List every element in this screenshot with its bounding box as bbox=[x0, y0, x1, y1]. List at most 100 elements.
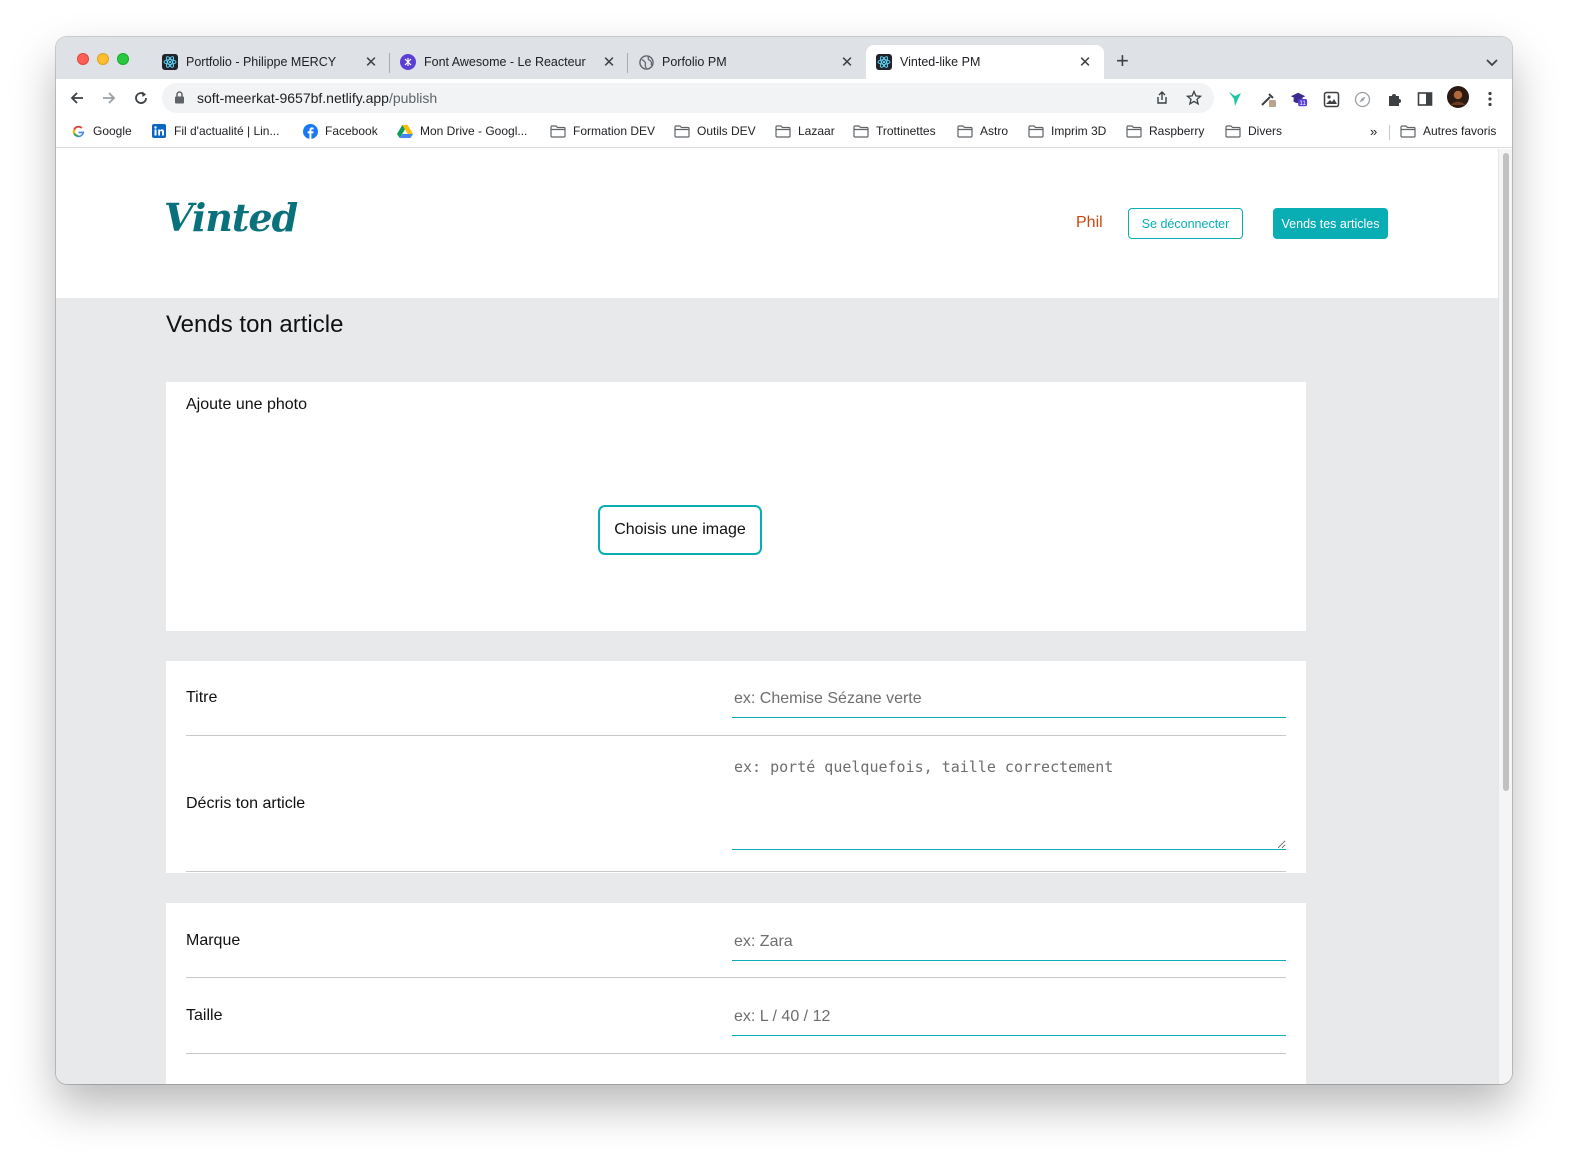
bookmark-folder-raspberry[interactable]: Raspberry bbox=[1126, 124, 1204, 138]
react-favicon-icon bbox=[876, 54, 892, 70]
bookmark-label: Trottinettes bbox=[876, 124, 936, 138]
side-panel-icon[interactable] bbox=[1416, 90, 1434, 108]
size-input[interactable] bbox=[732, 998, 1286, 1036]
tab-close-icon[interactable]: ✕ bbox=[600, 53, 618, 71]
bookmark-label: Raspberry bbox=[1149, 124, 1205, 138]
logout-button[interactable]: Se déconnecter bbox=[1128, 208, 1243, 239]
folder-icon bbox=[1225, 124, 1241, 138]
bookmark-google[interactable]: Google bbox=[70, 124, 132, 138]
brand-label: Marque bbox=[186, 932, 241, 949]
bookmark-label: Facebook bbox=[325, 124, 378, 138]
url-text: soft-meerkat-9657bf.netlify.app/publish bbox=[197, 90, 437, 106]
scrollbar-thumb[interactable] bbox=[1503, 153, 1509, 791]
tab-search-chevron-icon[interactable] bbox=[1486, 54, 1498, 72]
folder-icon bbox=[1400, 124, 1416, 138]
bookmark-label: Fil d'actualité | Lin... bbox=[174, 124, 280, 138]
bookmarks-bar: Google Fil d'actualité | Lin... Facebook… bbox=[56, 117, 1512, 148]
lock-icon[interactable] bbox=[174, 91, 185, 109]
tab-strip: Portfolio - Philippe MERCY ✕ Font Awesom… bbox=[56, 37, 1512, 79]
new-tab-button[interactable]: + bbox=[1116, 50, 1129, 72]
choose-image-button[interactable]: Choisis une image bbox=[598, 505, 762, 555]
bookmark-folder-formation-dev[interactable]: Formation DEV bbox=[550, 124, 655, 138]
vinted-logo[interactable]: Vinted bbox=[164, 195, 298, 240]
tab-label: Portfolio - Philippe MERCY bbox=[186, 55, 337, 69]
tab-portfolio[interactable]: Portfolio - Philippe MERCY ✕ bbox=[152, 45, 390, 79]
browser-window: Portfolio - Philippe MERCY ✕ Font Awesom… bbox=[56, 37, 1512, 1084]
share-icon[interactable] bbox=[1154, 90, 1170, 106]
folder-icon bbox=[1126, 124, 1142, 138]
tab-close-icon[interactable]: ✕ bbox=[1076, 53, 1094, 71]
tab-close-icon[interactable]: ✕ bbox=[362, 53, 380, 71]
size-label: Taille bbox=[186, 1007, 223, 1024]
site-header: Vinted Phil Se déconnecter Vends tes art… bbox=[56, 149, 1498, 298]
profile-avatar[interactable] bbox=[1447, 86, 1469, 108]
bookmark-folder-astro[interactable]: Astro bbox=[957, 124, 1008, 138]
facebook-icon bbox=[302, 123, 318, 139]
bookmark-other-favorites[interactable]: Autres favoris bbox=[1400, 124, 1496, 138]
folder-icon bbox=[957, 124, 973, 138]
extension-image-icon[interactable] bbox=[1322, 90, 1340, 108]
tab-vinted-like[interactable]: Vinted-like PM ✕ bbox=[866, 45, 1104, 79]
address-bar[interactable]: soft-meerkat-9657bf.netlify.app/publish bbox=[162, 83, 1214, 113]
bookmark-label: Mon Drive - Googl... bbox=[420, 124, 528, 138]
bookmark-linkedin[interactable]: Fil d'actualité | Lin... bbox=[151, 124, 279, 138]
description-row: Décris ton article bbox=[186, 736, 1286, 872]
bookmarks-divider bbox=[1389, 125, 1390, 140]
bookmark-folder-trottinettes[interactable]: Trottinettes bbox=[853, 124, 936, 138]
minimize-window-button[interactable] bbox=[97, 53, 109, 65]
brand-row: Marque bbox=[186, 903, 1286, 978]
tab-porfolio-pm[interactable]: Porfolio PM ✕ bbox=[628, 45, 866, 79]
extension-compass-icon[interactable] bbox=[1353, 90, 1371, 108]
extension-graduation-icon[interactable]: 11 bbox=[1290, 90, 1308, 108]
bookmark-facebook[interactable]: Facebook bbox=[302, 123, 378, 139]
url-path: /publish bbox=[388, 90, 438, 106]
bookmark-drive[interactable]: Mon Drive - Googl... bbox=[397, 124, 527, 138]
bookmark-label: Autres favoris bbox=[1423, 124, 1497, 138]
page-title: Vends ton article bbox=[166, 311, 344, 338]
brand-input[interactable] bbox=[732, 923, 1286, 961]
folder-icon bbox=[550, 124, 566, 138]
forward-arrow-icon[interactable] bbox=[99, 88, 119, 108]
bookmark-folder-lazaar[interactable]: Lazaar bbox=[775, 124, 835, 138]
extension-badge: 11 bbox=[1299, 100, 1306, 107]
tab-font-awesome[interactable]: Font Awesome - Le Reacteur ✕ bbox=[390, 45, 628, 79]
photo-label: Ajoute une photo bbox=[186, 396, 307, 413]
maximize-window-button[interactable] bbox=[117, 53, 129, 65]
bookmark-label: Lazaar bbox=[798, 124, 835, 138]
linkedin-icon bbox=[151, 124, 167, 138]
reload-icon[interactable] bbox=[131, 88, 151, 108]
close-window-button[interactable] bbox=[77, 53, 89, 65]
url-host: soft-meerkat-9657bf.netlify.app bbox=[197, 90, 389, 106]
browser-menu-icon[interactable] bbox=[1481, 90, 1499, 108]
tab-label: Porfolio PM bbox=[662, 55, 727, 69]
back-arrow-icon[interactable] bbox=[67, 88, 87, 108]
bookmark-star-icon[interactable] bbox=[1185, 89, 1203, 106]
google-icon bbox=[70, 124, 86, 138]
sell-items-button[interactable]: Vends tes articles bbox=[1273, 208, 1388, 239]
le-reacteur-favicon-icon bbox=[400, 54, 416, 70]
bookmark-folder-divers[interactable]: Divers bbox=[1225, 124, 1282, 138]
title-input[interactable] bbox=[732, 681, 1286, 718]
overflow-chevron-icon: » bbox=[1370, 124, 1378, 139]
username: Phil bbox=[1076, 214, 1103, 231]
tab-close-icon[interactable]: ✕ bbox=[838, 53, 856, 71]
extension-eyedropper-icon[interactable] bbox=[1259, 90, 1277, 108]
folder-icon bbox=[853, 124, 869, 138]
page-viewport: Vinted Phil Se déconnecter Vends tes art… bbox=[56, 149, 1512, 1084]
react-favicon-icon bbox=[162, 54, 178, 70]
bookmarks-overflow-button[interactable]: » bbox=[1370, 124, 1377, 139]
attributes-card: Marque Taille bbox=[166, 903, 1306, 1084]
page-scrollbar[interactable] bbox=[1498, 149, 1512, 1084]
bookmark-label: Astro bbox=[980, 124, 1009, 138]
bookmark-label: Divers bbox=[1248, 124, 1283, 138]
extensions-puzzle-icon[interactable] bbox=[1385, 90, 1403, 108]
bookmark-label: Formation DEV bbox=[573, 124, 656, 138]
bookmark-folder-imprim-3d[interactable]: Imprim 3D bbox=[1028, 124, 1106, 138]
photo-upload-card: Ajoute une photo Choisis une image bbox=[166, 382, 1306, 631]
bookmark-folder-outils-dev[interactable]: Outils DEV bbox=[674, 124, 756, 138]
description-textarea[interactable] bbox=[732, 750, 1286, 850]
description-label: Décris ton article bbox=[186, 795, 306, 812]
globe-icon bbox=[638, 54, 654, 70]
extension-bird-icon[interactable] bbox=[1226, 90, 1244, 108]
bookmark-label: Google bbox=[93, 124, 132, 138]
